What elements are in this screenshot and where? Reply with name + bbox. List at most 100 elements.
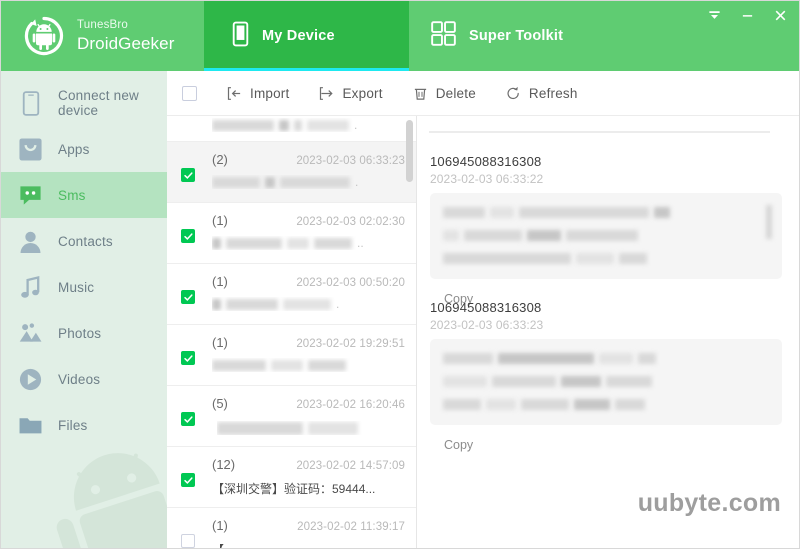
redaction-bar <box>443 376 487 388</box>
row-checkbox[interactable] <box>181 473 195 487</box>
message-thread-item: 106945088316308 2023-02-03 06:33:23 Copy <box>430 300 782 454</box>
row-checkbox[interactable] <box>181 229 195 243</box>
table-row[interactable]: (2) 2023-02-03 06:33:23 . <box>167 142 416 203</box>
tab-super-toolkit-label: Super Toolkit <box>469 28 564 44</box>
files-icon <box>17 412 44 439</box>
sidebar-item-files[interactable]: Files <box>1 402 167 448</box>
redaction-bar <box>654 207 670 219</box>
table-row[interactable]: (1) 2023-02-03 02:02:30 .. <box>167 203 416 264</box>
redaction-bar <box>561 376 601 388</box>
menu-dropdown-icon[interactable] <box>707 8 722 23</box>
redaction-bar <box>566 230 638 242</box>
sidebar-item-contacts[interactable]: Contacts <box>1 218 167 264</box>
message-line <box>443 350 769 368</box>
table-row[interactable]: (1) 2023-02-02 11:39:17 【… <box>167 508 416 548</box>
redaction-bar <box>638 353 656 365</box>
redaction-bar <box>443 230 459 242</box>
row-preview: . <box>212 118 405 132</box>
row-checkbox[interactable] <box>181 351 195 365</box>
row-count: (12) <box>212 457 236 472</box>
row-ellipsis: . <box>355 175 359 189</box>
sidebar-item-sms[interactable]: Sms <box>1 172 167 218</box>
delete-button[interactable]: Delete <box>413 86 476 101</box>
site-watermark: uubyte.com <box>637 489 781 517</box>
redaction-bar <box>443 399 481 411</box>
table-row[interactable]: . <box>167 116 416 142</box>
row-ellipsis: .. <box>357 236 364 250</box>
refresh-button[interactable]: Refresh <box>506 86 578 101</box>
row-header: (5) 2023-02-02 16:20:46 <box>212 396 405 411</box>
row-checkbox[interactable] <box>181 168 195 182</box>
sidebar-item-label: Connect new device <box>58 88 139 118</box>
sidebar-item-connect-new-device[interactable]: Connect new device <box>1 80 167 126</box>
redaction-bar <box>308 360 346 372</box>
copy-button[interactable]: Copy <box>444 438 473 452</box>
import-button[interactable]: Import <box>227 86 289 101</box>
row-count: (5) <box>212 396 228 411</box>
message-bubble <box>430 339 782 425</box>
sidebar-item-apps[interactable]: Apps <box>1 126 167 172</box>
message-date: 2023-02-03 06:33:22 <box>430 172 544 186</box>
row-preview: 【深圳交警】验证码：59444... <box>212 482 376 496</box>
export-icon <box>319 86 334 101</box>
tab-my-device[interactable]: My Device <box>204 1 409 71</box>
close-icon[interactable] <box>773 8 788 23</box>
redaction-bar <box>212 120 274 132</box>
row-header: (12) 2023-02-02 14:57:09 <box>212 457 405 472</box>
sidebar-item-videos[interactable]: Videos <box>1 356 167 402</box>
table-row[interactable]: (1) 2023-02-02 19:29:51 <box>167 325 416 386</box>
action-toolbar: Import Export Delete Refresh <box>167 71 799 116</box>
table-row[interactable]: (1) 2023-02-03 00:50:20 . <box>167 264 416 325</box>
redaction-bar <box>308 422 358 436</box>
tab-super-toolkit[interactable]: Super Toolkit <box>409 1 589 71</box>
redaction-bar <box>486 399 516 411</box>
row-checkbox[interactable] <box>181 412 195 426</box>
export-button[interactable]: Export <box>319 86 382 101</box>
table-row[interactable]: (5) 2023-02-02 16:20:46 <box>167 386 416 447</box>
redaction-bar <box>280 177 350 189</box>
sidebar-item-label: Photos <box>58 325 102 341</box>
redaction-bar <box>619 253 647 265</box>
photos-icon <box>17 320 44 347</box>
sidebar-item-label: Files <box>58 417 88 433</box>
row-count: (1) <box>212 335 228 350</box>
minimize-icon[interactable] <box>740 8 755 23</box>
tab-my-device-label: My Device <box>262 28 335 44</box>
row-count: (1) <box>212 213 228 228</box>
redaction-bar <box>294 120 302 132</box>
sidebar-item-label: Sms <box>58 187 86 203</box>
row-header: (1) 2023-02-03 02:02:30 <box>212 213 405 228</box>
sidebar-item-photos[interactable]: Photos <box>1 310 167 356</box>
sidebar-item-music[interactable]: Music <box>1 264 167 310</box>
row-preview: . <box>212 297 405 311</box>
window-controls <box>707 1 799 71</box>
sidebar-item-label: Contacts <box>58 233 113 249</box>
row-timestamp: 2023-02-02 11:39:17 <box>297 521 405 533</box>
redaction-bar <box>766 205 772 239</box>
redaction-bar <box>527 230 561 242</box>
sidebar: Connect new device Apps Sms Contacts Mus… <box>1 71 167 548</box>
redaction-bar <box>212 299 221 311</box>
redaction-bar <box>217 422 303 436</box>
table-row[interactable]: (12) 2023-02-02 14:57:09 【深圳交警】验证码：59444… <box>167 447 416 508</box>
row-timestamp: 2023-02-03 06:33:23 <box>296 155 405 167</box>
row-checkbox[interactable] <box>181 534 195 548</box>
redaction-bar <box>283 299 331 311</box>
list-scrollbar[interactable] <box>406 120 413 182</box>
row-timestamp: 2023-02-02 19:29:51 <box>296 338 405 350</box>
row-preview: .. <box>212 236 405 250</box>
row-checkbox[interactable] <box>181 290 195 304</box>
message-thread-item: 106945088316308 2023-02-03 06:33:22 Copy <box>430 154 782 308</box>
redaction-bar <box>307 120 349 132</box>
row-timestamp: 2023-02-02 16:20:46 <box>296 399 405 411</box>
brand-area: TunesBro DroidGeeker <box>1 1 204 71</box>
redaction-bar <box>212 238 221 250</box>
message-date: 2023-02-03 06:33:23 <box>430 318 544 332</box>
row-timestamp: 2023-02-02 14:57:09 <box>296 460 405 472</box>
message-bubble <box>430 193 782 279</box>
android-watermark-icon <box>43 434 167 548</box>
music-icon <box>17 274 44 301</box>
select-all-checkbox[interactable] <box>182 85 197 101</box>
refresh-icon <box>506 86 521 101</box>
redaction-bar <box>498 353 594 365</box>
